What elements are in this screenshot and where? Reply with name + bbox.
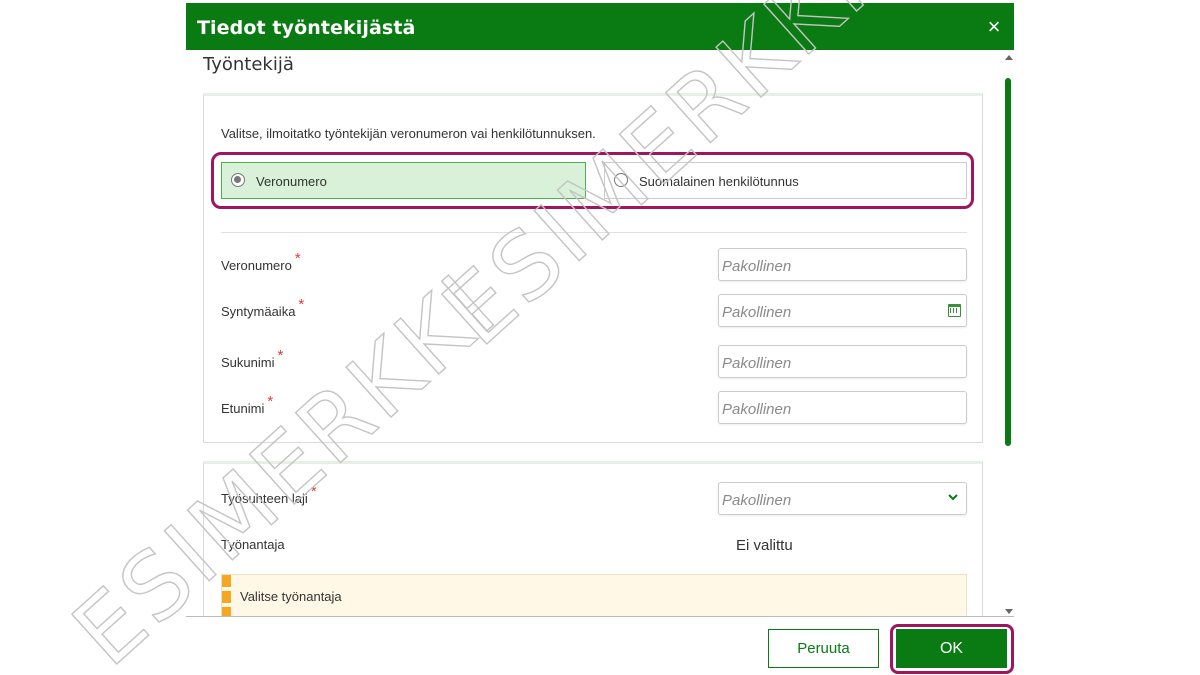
lastname-input[interactable]: Pakollinen: [718, 345, 967, 378]
notice-text: Valitse työnantaja: [240, 589, 342, 604]
required-marker: *: [298, 296, 305, 313]
radio-selected-icon: [231, 173, 245, 187]
field-label-sukunimi: Sukunimi *: [221, 347, 284, 370]
field-label-employment-type: Työsuhteen laji *: [221, 483, 317, 506]
radio-option-henkilotunnus[interactable]: Suomalainen henkilötunnus: [604, 162, 967, 199]
dialog-titlebar: Tiedot työntekijästä ×: [186, 3, 1014, 50]
birthdate-input[interactable]: Pakollinen: [718, 294, 967, 327]
identity-panel: Valitse, ilmoitatko työntekijän veronume…: [203, 93, 983, 443]
identity-instruction: Valitse, ilmoitatko työntekijän veronume…: [221, 126, 596, 141]
scrollbar-thumb[interactable]: [1005, 78, 1011, 446]
divider: [221, 232, 967, 233]
radio-label: Veronumero: [256, 174, 327, 189]
required-marker: *: [267, 393, 274, 410]
employment-type-select[interactable]: Pakollinen: [718, 482, 967, 515]
scroll-up-icon[interactable]: [1005, 55, 1013, 60]
veronumero-input[interactable]: Pakollinen: [718, 248, 967, 281]
scroll-down-icon[interactable]: [1005, 609, 1013, 614]
ok-button[interactable]: OK: [896, 629, 1007, 668]
dialog-content: Työntekijä Valitse, ilmoitatko työntekij…: [186, 50, 1004, 616]
radio-unselected-icon: [614, 173, 628, 187]
dialog-title: Tiedot työntekijästä: [197, 17, 416, 39]
employer-value: Ei valittu: [736, 537, 793, 554]
employment-panel: Työsuhteen laji * Pakollinen Työnantaja E…: [203, 461, 983, 616]
required-marker: *: [310, 483, 317, 500]
field-label-veronumero: Veronumero *: [221, 250, 301, 273]
employee-dialog: Tiedot työntekijästä × Työntekijä Valits…: [186, 0, 1014, 675]
required-marker: *: [294, 250, 301, 267]
scrollbar[interactable]: [1004, 50, 1014, 616]
radio-option-veronumero[interactable]: Veronumero: [221, 162, 586, 199]
field-label-etunimi: Etunimi *: [221, 393, 274, 416]
section-title: Työntekijä: [203, 54, 294, 75]
firstname-input[interactable]: Pakollinen: [718, 391, 967, 424]
field-label-employer: Työnantaja: [221, 537, 285, 552]
footer-divider: [186, 616, 1014, 617]
employment-type-placeholder: Pakollinen: [722, 492, 792, 509]
birthdate-placeholder: Pakollinen: [722, 304, 792, 321]
required-marker: *: [277, 347, 284, 364]
close-icon[interactable]: ×: [982, 15, 1006, 39]
calendar-icon[interactable]: [948, 304, 961, 317]
cancel-button[interactable]: Peruuta: [768, 629, 879, 668]
field-label-syntymaaika: Syntymäaika *: [221, 296, 305, 319]
employer-notice: Valitse työnantaja: [221, 574, 967, 616]
warning-stripe: [222, 575, 231, 616]
chevron-down-icon: [948, 494, 958, 501]
radio-label: Suomalainen henkilötunnus: [639, 174, 799, 189]
